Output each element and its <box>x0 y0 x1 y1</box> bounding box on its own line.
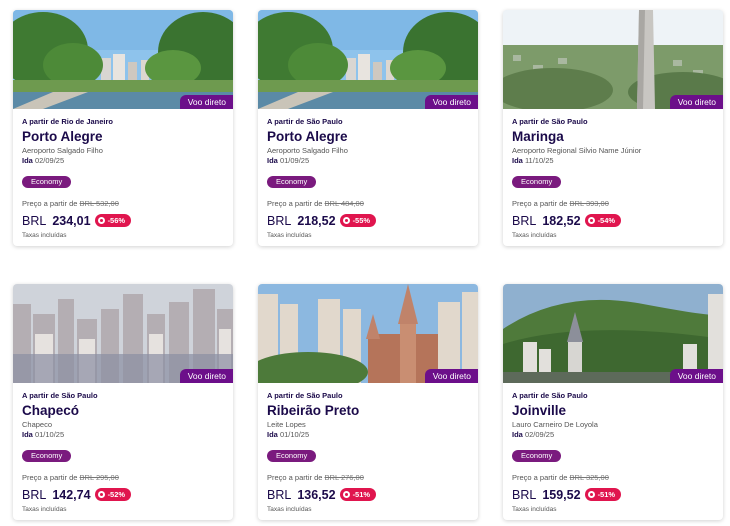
discount-badge: -51% <box>339 488 377 501</box>
currency: BRL <box>512 487 537 502</box>
price-row: BRL 218,52 -55% <box>267 212 469 229</box>
departure-date: Ida 01/10/25 <box>267 430 310 439</box>
destination-city: Joinville <box>512 403 567 418</box>
origin-label: A partir de São Paulo <box>512 391 588 400</box>
currency: BRL <box>22 487 47 502</box>
direct-flight-badge: Voo direto <box>669 369 723 383</box>
destination-city: Chapecó <box>22 403 80 418</box>
old-price: BRL 484,00 <box>324 199 364 208</box>
cabin-class-chip: Economy <box>267 450 317 462</box>
price: 182,52 <box>542 213 581 228</box>
taxes-note: Taxas incluídas <box>267 506 312 513</box>
taxes-note: Taxas incluídas <box>512 232 557 239</box>
destination-card[interactable]: Voo direto A partir de Rio de Janeiro Po… <box>13 10 233 246</box>
airport-name: Aeroporto Regional Silvio Name Júnior <box>512 146 642 155</box>
departure-date: Ida 02/09/25 <box>22 156 65 165</box>
old-price: BRL 532,00 <box>79 199 119 208</box>
price-from-row: Preço a partir de BRL 393,00 <box>512 199 609 208</box>
airport-name: Aeroporto Salgado Filho <box>267 146 348 155</box>
price-row: BRL 182,52 -54% <box>512 212 714 229</box>
discount-badge: -52% <box>94 488 132 501</box>
cabin-class-chip: Economy <box>512 450 562 462</box>
direct-flight-badge: Voo direto <box>179 369 233 383</box>
destination-grid: Voo direto A partir de Rio de Janeiro Po… <box>13 10 723 520</box>
cabin-class-chip: Economy <box>512 176 562 188</box>
old-price: BRL 393,00 <box>569 199 609 208</box>
currency: BRL <box>267 487 292 502</box>
destination-city: Porto Alegre <box>22 129 103 144</box>
destination-city: Porto Alegre <box>267 129 348 144</box>
tag-icon <box>97 217 105 224</box>
price-from-row: Preço a partir de BRL 532,00 <box>22 199 119 208</box>
price-row: BRL 142,74 -52% <box>22 486 224 503</box>
taxes-note: Taxas incluídas <box>22 232 67 239</box>
tag-icon <box>342 491 350 498</box>
direct-flight-badge: Voo direto <box>669 95 723 109</box>
origin-label: A partir de São Paulo <box>267 117 343 126</box>
airport-name: Lauro Carneiro De Loyola <box>512 420 598 429</box>
origin-label: A partir de São Paulo <box>267 391 343 400</box>
direct-flight-badge: Voo direto <box>179 95 233 109</box>
discount-badge: -55% <box>339 214 377 227</box>
tag-icon <box>587 217 595 224</box>
currency: BRL <box>512 213 537 228</box>
airport-name: Leite Lopes <box>267 420 306 429</box>
price: 218,52 <box>297 213 336 228</box>
origin-label: A partir de São Paulo <box>512 117 588 126</box>
cabin-class-chip: Economy <box>267 176 317 188</box>
tag-icon <box>587 491 595 498</box>
price-from-row: Preço a partir de BRL 325,00 <box>512 473 609 482</box>
departure-date: Ida 02/09/25 <box>512 430 555 439</box>
currency: BRL <box>22 213 47 228</box>
destination-city: Maringa <box>512 129 564 144</box>
taxes-note: Taxas incluídas <box>512 506 557 513</box>
price-from-row: Preço a partir de BRL 276,00 <box>267 473 364 482</box>
discount-badge: -54% <box>584 214 622 227</box>
price: 136,52 <box>297 487 336 502</box>
departure-date: Ida 01/09/25 <box>267 156 310 165</box>
origin-label: A partir de Rio de Janeiro <box>22 117 113 126</box>
cabin-class-chip: Economy <box>22 450 72 462</box>
taxes-note: Taxas incluídas <box>22 506 67 513</box>
direct-flight-badge: Voo direto <box>424 95 478 109</box>
taxes-note: Taxas incluídas <box>267 232 312 239</box>
destination-city: Ribeirão Preto <box>267 403 360 418</box>
price-row: BRL 159,52 -51% <box>512 486 714 503</box>
price: 142,74 <box>52 487 91 502</box>
old-price: BRL 295,00 <box>79 473 119 482</box>
destination-card[interactable]: Voo direto A partir de São Paulo Maringa… <box>503 10 723 246</box>
airport-name: Chapeco <box>22 420 53 429</box>
price: 234,01 <box>52 213 91 228</box>
airport-name: Aeroporto Salgado Filho <box>22 146 103 155</box>
destination-card[interactable]: Voo direto A partir de São Paulo Ribeirã… <box>258 284 478 520</box>
discount-badge: -51% <box>584 488 622 501</box>
departure-date: Ida 01/10/25 <box>22 430 65 439</box>
old-price: BRL 276,00 <box>324 473 364 482</box>
tag-icon <box>97 491 105 498</box>
price-from-row: Preço a partir de BRL 484,00 <box>267 199 364 208</box>
origin-label: A partir de São Paulo <box>22 391 98 400</box>
price-from-row: Preço a partir de BRL 295,00 <box>22 473 119 482</box>
old-price: BRL 325,00 <box>569 473 609 482</box>
destination-card[interactable]: Voo direto A partir de São Paulo Chapecó… <box>13 284 233 520</box>
price-row: BRL 234,01 -56% <box>22 212 224 229</box>
destination-card[interactable]: Voo direto A partir de São Paulo Porto A… <box>258 10 478 246</box>
currency: BRL <box>267 213 292 228</box>
destination-card[interactable]: Voo direto A partir de São Paulo Joinvil… <box>503 284 723 520</box>
price: 159,52 <box>542 487 581 502</box>
price-row: BRL 136,52 -51% <box>267 486 469 503</box>
tag-icon <box>342 217 350 224</box>
discount-badge: -56% <box>94 214 132 227</box>
direct-flight-badge: Voo direto <box>424 369 478 383</box>
departure-date: Ida 11/10/25 <box>512 156 554 165</box>
cabin-class-chip: Economy <box>22 176 72 188</box>
